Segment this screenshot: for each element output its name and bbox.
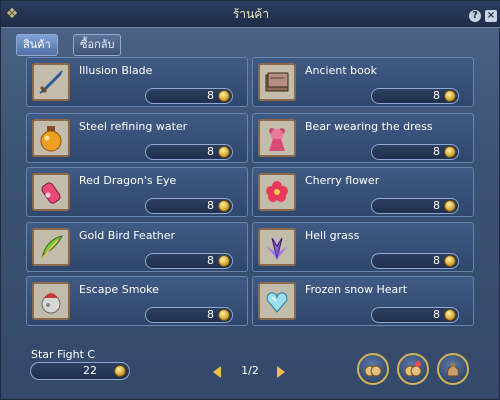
- item-name: Frozen snow Heart: [305, 283, 408, 296]
- coin-icon: [218, 90, 230, 102]
- coin-icon: [444, 309, 456, 321]
- item-price: 8: [371, 88, 459, 104]
- buy-bag-icon: [364, 365, 382, 377]
- red-potion-icon: [32, 173, 70, 211]
- item-price: 8: [145, 88, 233, 104]
- smoke-bomb-icon: [32, 282, 70, 320]
- close-icon[interactable]: ×: [485, 10, 497, 22]
- feather-icon: [32, 228, 70, 266]
- item-name: Escape Smoke: [79, 283, 159, 296]
- next-page-icon[interactable]: [277, 366, 285, 378]
- item-name: Gold Bird Feather: [79, 229, 176, 242]
- item-card[interactable]: Red Dragon's Eye 8: [26, 167, 248, 217]
- sell-button[interactable]: [397, 353, 429, 385]
- item-price: 8: [145, 144, 233, 160]
- item-price: 8: [371, 198, 459, 214]
- shop-window: ❖ ร้านค้า ? × สินค้า ซื้อกลับ Illusion B…: [0, 0, 500, 400]
- coin-icon: [444, 146, 456, 158]
- coin-icon: [444, 90, 456, 102]
- coin-icon: [218, 309, 230, 321]
- coin-icon: [444, 200, 456, 212]
- item-grid: Illusion Blade 8 Ancient book 8 Steel re…: [26, 57, 478, 333]
- item-card[interactable]: Bear wearing the dress 8: [252, 113, 474, 163]
- item-price: 8: [371, 144, 459, 160]
- item-name: Steel refining water: [79, 120, 188, 133]
- item-card[interactable]: Ancient book 8: [252, 57, 474, 107]
- tab-buyback[interactable]: ซื้อกลับ: [73, 34, 122, 56]
- item-name: Illusion Blade: [79, 64, 153, 77]
- coin-icon: [114, 365, 126, 377]
- page-indicator: 1/2: [241, 364, 259, 377]
- sword-icon: [32, 63, 70, 101]
- item-name: Red Dragon's Eye: [79, 174, 177, 187]
- item-name: Hell grass: [305, 229, 360, 242]
- coin-icon: [218, 146, 230, 158]
- item-price: 8: [145, 198, 233, 214]
- item-price: 8: [371, 253, 459, 269]
- item-price: 8: [145, 307, 233, 323]
- grass-icon: [258, 228, 296, 266]
- coin-icon: [444, 255, 456, 267]
- repair-bag-icon: [447, 363, 459, 377]
- coin-icon: [218, 255, 230, 267]
- sell-bag-icon: [404, 361, 422, 377]
- item-card[interactable]: Frozen snow Heart 8: [252, 276, 474, 326]
- pager: 1/2: [211, 363, 291, 381]
- item-price: 8: [371, 307, 459, 323]
- item-name: Ancient book: [305, 64, 377, 77]
- item-name: Bear wearing the dress: [305, 120, 433, 133]
- repair-button[interactable]: [437, 353, 469, 385]
- item-card[interactable]: Hell grass 8: [252, 222, 474, 272]
- currency-label: Star Fight C: [31, 348, 96, 361]
- book-icon: [258, 63, 296, 101]
- window-title: ร้านค้า: [232, 7, 270, 21]
- prev-page-icon[interactable]: [213, 366, 221, 378]
- item-card[interactable]: Escape Smoke 8: [26, 276, 248, 326]
- flower-icon: [258, 173, 296, 211]
- help-icon[interactable]: ?: [469, 10, 481, 22]
- title-bar[interactable]: ❖ ร้านค้า ? ×: [1, 1, 500, 28]
- item-price: 8: [145, 253, 233, 269]
- item-card[interactable]: Cherry flower 8: [252, 167, 474, 217]
- bear-doll-icon: [258, 119, 296, 157]
- coin-icon: [218, 200, 230, 212]
- item-name: Cherry flower: [305, 174, 380, 187]
- heart-crystal-icon: [258, 282, 296, 320]
- buy-button[interactable]: [357, 353, 389, 385]
- item-card[interactable]: Illusion Blade 8: [26, 57, 248, 107]
- potion-jar-icon: [32, 119, 70, 157]
- currency-amount: 22: [30, 362, 130, 380]
- item-card[interactable]: Gold Bird Feather 8: [26, 222, 248, 272]
- tab-goods[interactable]: สินค้า: [16, 34, 58, 56]
- item-card[interactable]: Steel refining water 8: [26, 113, 248, 163]
